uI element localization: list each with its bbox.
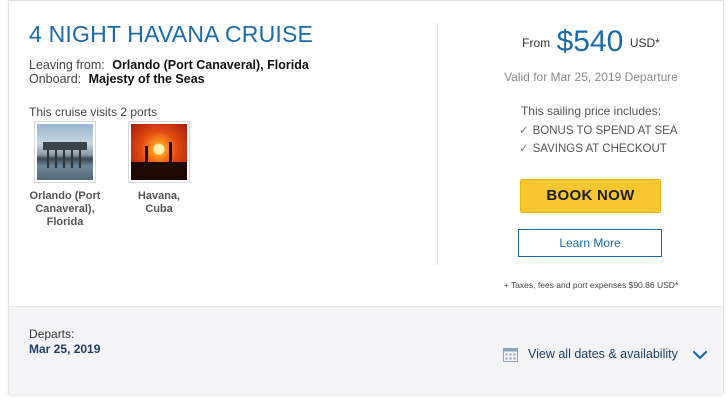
leaving-from-label: Leaving from:: [29, 58, 105, 72]
include-text: SAVINGS AT CHECKOUT: [532, 143, 667, 155]
calendar-icon: [503, 347, 518, 362]
port-thumbnail[interactable]: [34, 121, 96, 183]
include-text: BONUS TO SPEND AT SEA: [532, 125, 678, 137]
price-from-label: From: [522, 36, 551, 50]
port-thumbnail[interactable]: [128, 121, 190, 183]
includes-list: ✓ BONUS TO SPEND AT SEA ✓ SAVINGS AT CHECK…: [519, 122, 678, 158]
leaving-from-row: Leaving from: Orlando (Port Canaveral), …: [29, 58, 309, 72]
port-name-line: Orlando (Port: [29, 190, 101, 202]
list-item: ✓ BONUS TO SPEND AT SEA: [519, 122, 678, 140]
view-all-dates-label: View all dates & availability: [528, 347, 678, 361]
view-all-dates-link[interactable]: View all dates & availability: [503, 345, 708, 363]
departure-footer: Departs: Mar 25, 2019 View all dates & a…: [9, 306, 723, 394]
ship-name: Majesty of the Seas: [88, 72, 205, 86]
price-validity: Valid for Mar 25, 2019 Departure: [504, 70, 678, 84]
port-name: Havana, Cuba: [123, 190, 195, 216]
check-icon: ✓: [519, 125, 529, 137]
list-item: ✓ SAVINGS AT CHECKOUT: [519, 140, 678, 158]
includes-heading: This sailing price includes:: [520, 104, 662, 118]
orlando-pier-photo: [37, 124, 93, 180]
check-icon: ✓: [519, 143, 529, 155]
port-orlando[interactable]: Orlando (Port Canaveral), Florida: [29, 121, 101, 229]
chevron-down-icon[interactable]: [692, 349, 708, 360]
itinerary-info: Leaving from: Orlando (Port Canaveral), …: [29, 58, 309, 86]
port-name: Orlando (Port Canaveral), Florida: [29, 190, 101, 229]
cruise-title[interactable]: 4 NIGHT HAVANA CRUISE: [29, 21, 313, 48]
cruise-card: 4 NIGHT HAVANA CRUISE Leaving from: Orla…: [8, 0, 724, 394]
port-name-line: Florida: [46, 216, 84, 228]
vertical-divider: [437, 23, 438, 265]
price-currency: USD*: [629, 36, 660, 50]
departs-label: Departs:: [29, 327, 75, 341]
departs-date: Mar 25, 2019: [29, 342, 101, 356]
port-name-line: Havana,: [137, 190, 181, 202]
onboard-label: Onboard:: [29, 72, 82, 86]
havana-sunset-photo: [131, 124, 187, 180]
learn-more-button[interactable]: Learn More: [518, 229, 662, 257]
book-now-button[interactable]: BOOK NOW: [520, 179, 661, 213]
ports-count-text: This cruise visits 2 ports: [29, 105, 158, 119]
port-name-line: Canaveral),: [35, 203, 95, 215]
onboard-row: Onboard: Majesty of the Seas: [29, 72, 309, 86]
price-amount: $540: [556, 25, 624, 58]
taxes-note: + Taxes, fees and port expenses $90.86 U…: [503, 280, 679, 290]
port-havana[interactable]: Havana, Cuba: [123, 121, 195, 216]
leaving-from-value: Orlando (Port Canaveral), Florida: [112, 58, 309, 72]
price: From $540 USD*: [439, 25, 728, 59]
port-name-line: Cuba: [145, 203, 173, 215]
